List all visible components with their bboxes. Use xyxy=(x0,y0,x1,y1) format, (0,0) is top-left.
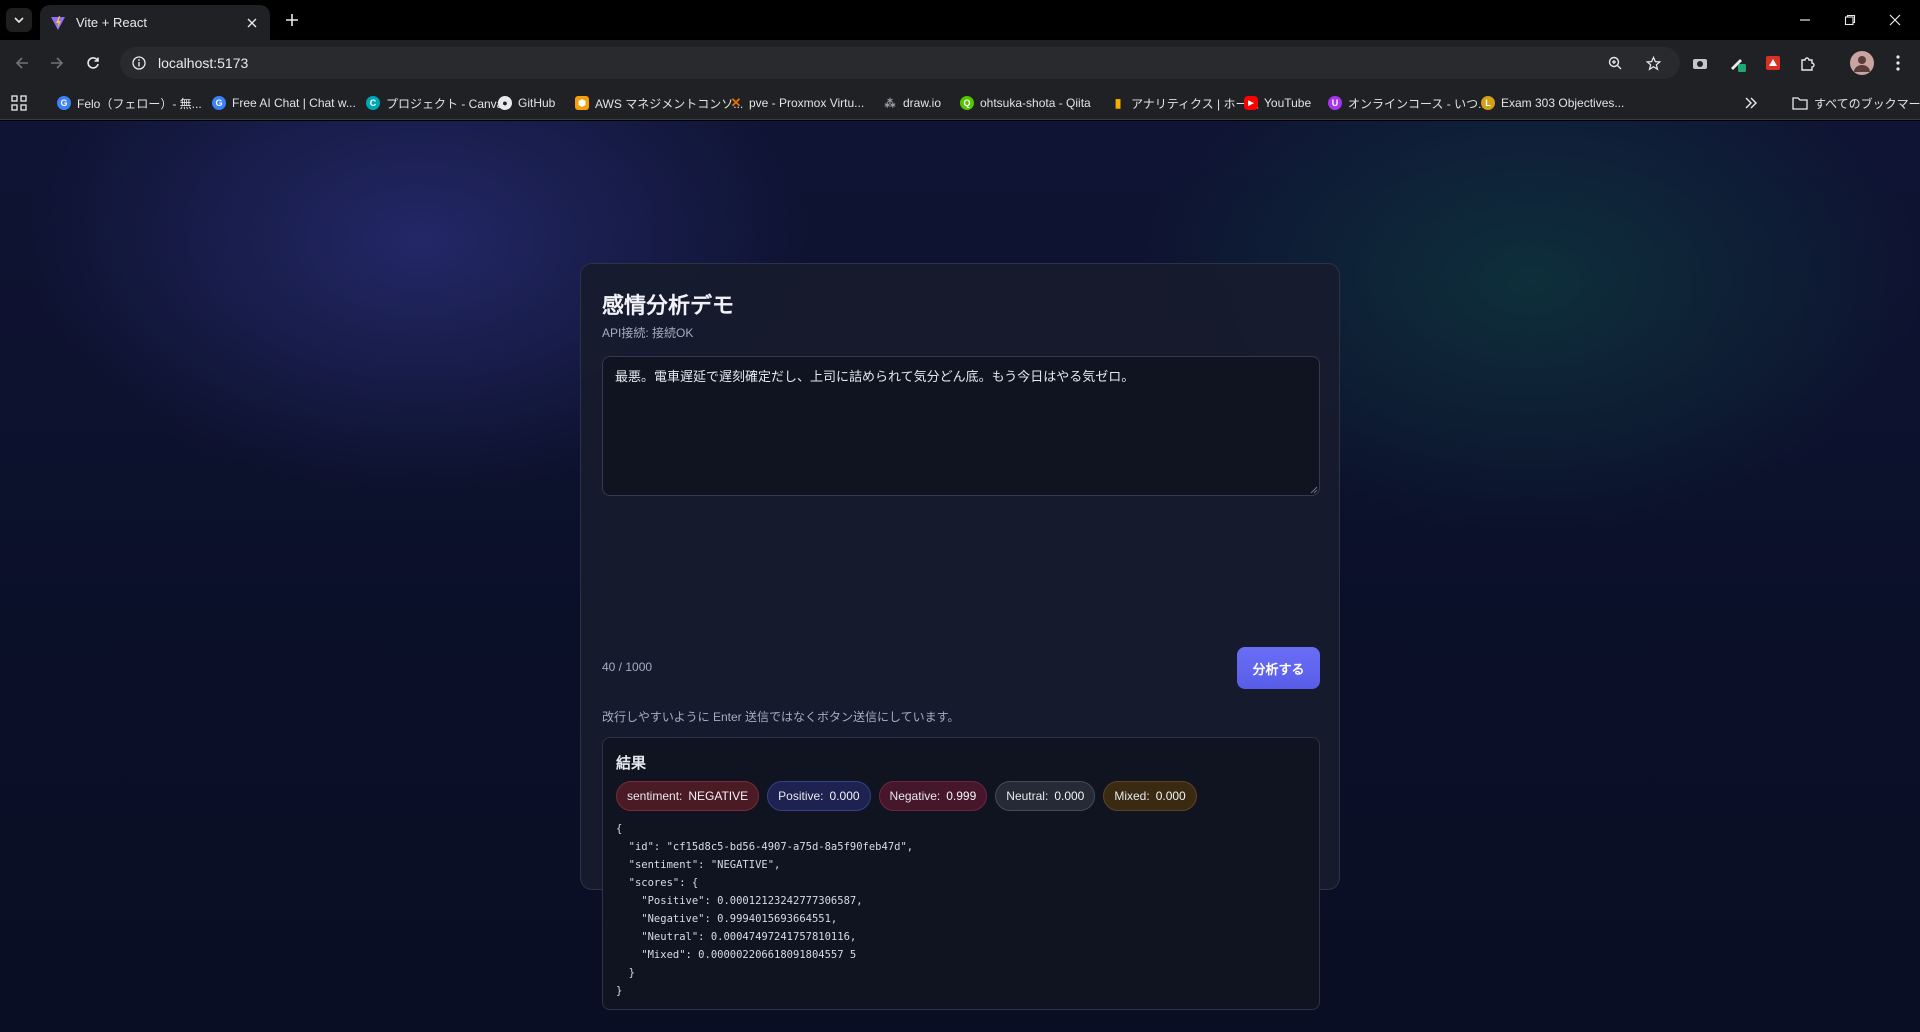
avatar-icon xyxy=(1854,56,1870,72)
youtube-icon: ▶ xyxy=(1244,96,1258,110)
new-tab-icon[interactable] xyxy=(282,10,302,30)
pen-extension-icon[interactable] xyxy=(1726,52,1748,74)
vite-logo-icon xyxy=(51,15,65,30)
text-input[interactable]: 最悪。電車遅延で遅刻確定だし、上司に詰められて気分どん底。もう今日はやる気ゼロ。 xyxy=(602,356,1320,496)
bookmark-favicon-icon: C xyxy=(366,96,380,110)
tab-close-icon[interactable] xyxy=(244,15,260,31)
camera-extension-icon[interactable] xyxy=(1689,52,1711,74)
address-bar[interactable]: localhost:5173 xyxy=(120,47,1680,79)
chip-value: 0.000 xyxy=(1054,789,1085,803)
browser-toolbar: localhost:5173 xyxy=(0,40,1920,86)
api-status-text: API接続: 接続OK xyxy=(602,326,694,340)
chip-label: Positive: xyxy=(778,789,824,803)
resize-grip-icon[interactable] xyxy=(1310,486,1318,494)
github-icon: ● xyxy=(498,96,512,110)
result-panel: 結果 sentiment: NEGATIVE Positive: 0.000 N… xyxy=(602,737,1320,1010)
tab-search-button[interactable] xyxy=(6,8,32,32)
bookmark-item[interactable]: G Free AI Chat | Chat w... xyxy=(212,94,356,112)
profile-avatar[interactable] xyxy=(1850,51,1874,75)
udemy-icon: U xyxy=(1328,96,1342,110)
apps-grid-icon[interactable] xyxy=(11,94,27,112)
tab-strip: Vite + React xyxy=(0,0,1920,40)
zoom-icon[interactable] xyxy=(1606,54,1624,72)
character-counter: 40 / 1000 xyxy=(602,660,653,674)
bookmark-item[interactable]: ⁂ draw.io xyxy=(883,94,942,112)
page-background: 感情分析デモ API接続: 接続OK 最悪。電車遅延で遅刻確定だし、上司に詰めら… xyxy=(0,121,1920,1032)
reload-icon[interactable] xyxy=(82,52,104,74)
bookmark-favicon-icon: G xyxy=(212,96,226,110)
bookmark-item[interactable]: L Exam 303 Objectives... xyxy=(1481,94,1624,112)
analytics-icon: ▮ xyxy=(1114,96,1122,110)
page-title: 感情分析デモ xyxy=(602,293,735,318)
chip-value: 0.999 xyxy=(946,789,977,803)
chip-label: Negative: xyxy=(889,789,941,803)
tab-title: Vite + React xyxy=(76,15,147,30)
more-bookmarks-icon[interactable] xyxy=(1744,94,1758,112)
neutral-badge: Neutral: 0.000 xyxy=(995,781,1096,811)
chip-value: 0.000 xyxy=(1155,789,1186,803)
sentiment-card: 感情分析デモ API接続: 接続OK 最悪。電車遅延で遅刻確定だし、上司に詰めら… xyxy=(580,263,1340,1010)
url-text: localhost:5173 xyxy=(158,55,249,71)
puzzle-extensions-icon[interactable] xyxy=(1797,52,1819,74)
negative-badge: Negative: 0.999 xyxy=(878,781,988,811)
bookmark-star-icon[interactable] xyxy=(1644,54,1662,72)
result-title: 結果 xyxy=(616,755,647,772)
bookmark-favicon-icon: G xyxy=(57,96,71,110)
bookmark-item[interactable]: C プロジェクト - Canva xyxy=(366,94,503,112)
all-bookmarks-folder[interactable]: すべてのブックマーク xyxy=(1792,94,1920,112)
bookmark-item[interactable]: G Felo（フェロー）- 無... xyxy=(57,94,202,112)
chip-value: NEGATIVE xyxy=(688,789,749,803)
json-output: { "id": "cf15d8c5-bd56-4907-a75d-8a5f90f… xyxy=(616,823,914,997)
chip-label: sentiment: xyxy=(627,789,683,803)
bookmarks-bar: G Felo（フェロー）- 無... G Free AI Chat | Chat w… xyxy=(0,86,1920,120)
bookmark-item[interactable]: U オンラインコース - いつ... xyxy=(1328,94,1488,112)
proxmox-icon: ✕ xyxy=(730,95,742,110)
aws-icon: ⬢ xyxy=(575,96,589,110)
bookmark-item[interactable]: ● GitHub xyxy=(498,94,555,112)
qiita-icon: Q xyxy=(960,96,974,110)
site-info-icon[interactable] xyxy=(132,56,146,70)
sentiment-badge: sentiment: NEGATIVE xyxy=(616,781,760,811)
forward-arrow-icon[interactable] xyxy=(46,52,68,74)
close-window-icon[interactable] xyxy=(1872,0,1918,40)
back-arrow-icon[interactable] xyxy=(11,52,33,74)
browser-tab-active[interactable]: Vite + React xyxy=(40,5,270,40)
chip-label: Mixed: xyxy=(1114,789,1150,803)
red-extension-icon[interactable] xyxy=(1762,52,1784,74)
mixed-badge: Mixed: 0.000 xyxy=(1103,781,1197,811)
bookmark-item[interactable]: ✕ pve - Proxmox Virtu... xyxy=(729,94,865,112)
chevron-down-icon xyxy=(14,17,24,24)
restore-icon[interactable] xyxy=(1827,0,1873,40)
score-chips: sentiment: NEGATIVE Positive: 0.000 Nega… xyxy=(616,781,1197,811)
folder-icon xyxy=(1792,97,1808,110)
analyze-button[interactable]: 分析する xyxy=(1237,647,1320,689)
hint-text: 改行しやすいように Enter 送信ではなくボタン送信にしています。 xyxy=(602,710,960,724)
bookmark-item[interactable]: ▮ アナリティクス | ホーム xyxy=(1111,94,1259,112)
browser-menu-icon[interactable] xyxy=(1887,52,1909,74)
chip-label: Neutral: xyxy=(1006,789,1049,803)
positive-badge: Positive: 0.000 xyxy=(767,781,871,811)
minimize-icon[interactable] xyxy=(1782,0,1828,40)
bookmark-item[interactable]: ▶ YouTube xyxy=(1244,94,1311,112)
drawio-icon: ⁂ xyxy=(884,97,896,110)
chip-value: 0.000 xyxy=(829,789,860,803)
lpi-icon: L xyxy=(1481,96,1495,110)
bookmark-item[interactable]: ⬢ AWS マネジメントコンソ... xyxy=(575,94,743,112)
bookmark-item[interactable]: Qohtsuka-shota - Qiita xyxy=(960,94,1091,112)
